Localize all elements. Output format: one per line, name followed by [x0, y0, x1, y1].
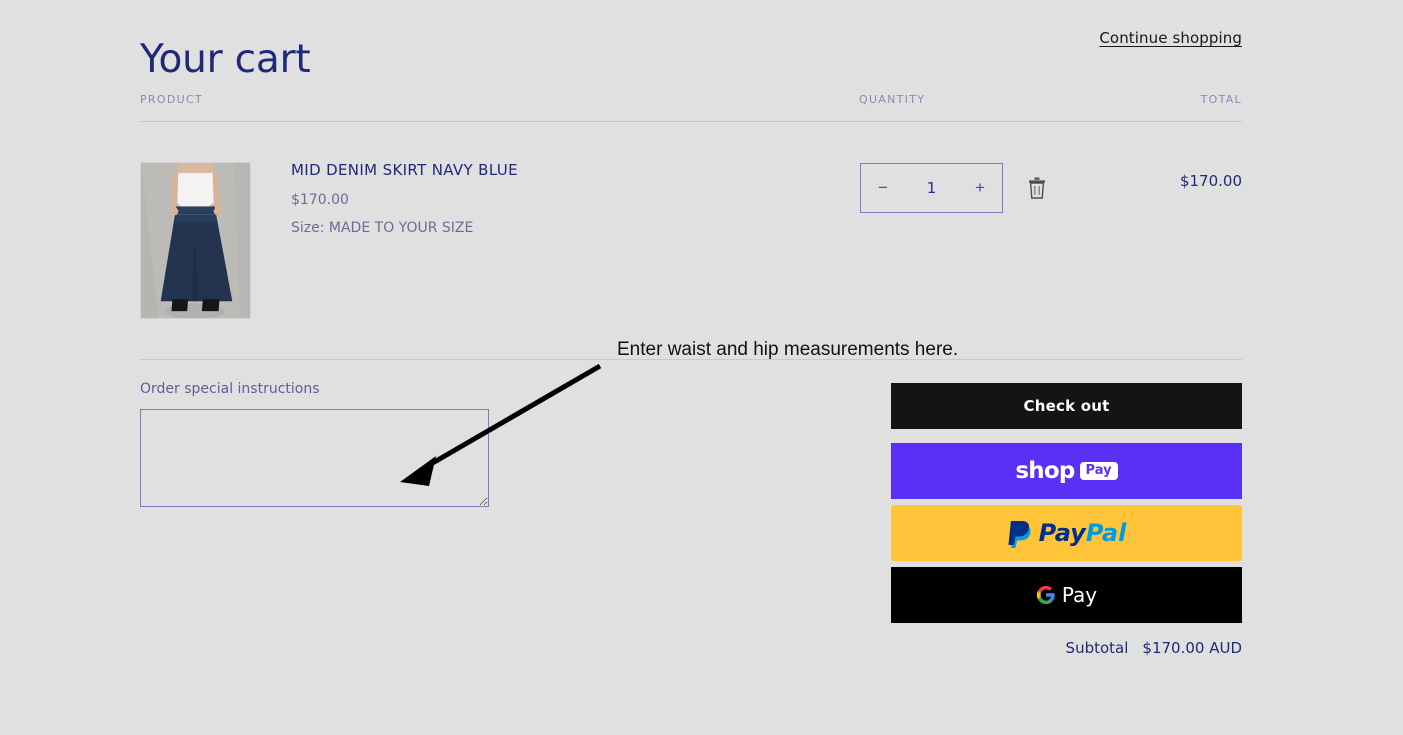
checkout-buttons: Check out shop Pay Pay — [891, 383, 1242, 657]
quantity-input[interactable] — [907, 178, 957, 198]
cart-table-header: PRODUCT QUANTITY TOTAL — [140, 93, 1242, 121]
remove-item-button[interactable] — [1026, 176, 1048, 200]
quantity-stepper: − + — [860, 163, 1003, 213]
google-g-icon — [1036, 585, 1056, 605]
google-pay-text: Pay — [1062, 583, 1097, 607]
paypal-pay-text: Pay — [1039, 519, 1086, 547]
shop-pay-word: shop — [1015, 458, 1074, 484]
check-out-button[interactable]: Check out — [891, 383, 1242, 429]
cart-header: Your cart Continue shopping — [140, 0, 1242, 74]
quantity-decrease-button[interactable]: − — [861, 164, 905, 212]
product-variant: Size: MADE TO YOUR SIZE — [291, 221, 831, 236]
line-item-total: $170.00 — [1180, 172, 1242, 190]
product-details: MID DENIM SKIRT NAVY BLUE $170.00 Size: … — [291, 162, 831, 236]
shop-pay-badge: Pay — [1080, 462, 1118, 480]
quantity-controls: − + — [860, 163, 1048, 213]
column-header-total: TOTAL — [1201, 93, 1242, 106]
column-header-quantity: QUANTITY — [859, 93, 925, 106]
cart-page: Your cart Continue shopping PRODUCT QUAN… — [0, 0, 1403, 735]
quantity-increase-button[interactable]: + — [958, 164, 1002, 212]
paypal-pal-text: Pal — [1086, 519, 1126, 547]
shop-pay-logo: shop Pay — [1015, 458, 1117, 484]
google-pay-logo: Pay — [1036, 583, 1097, 607]
product-price: $170.00 — [291, 193, 831, 208]
google-pay-button[interactable]: Pay — [891, 567, 1242, 623]
order-note-textarea[interactable] — [140, 409, 489, 507]
cart-container: Your cart Continue shopping PRODUCT QUAN… — [140, 0, 1242, 507]
subtotal-label: Subtotal — [1066, 639, 1129, 657]
subtotal-value: $170.00 AUD — [1142, 639, 1242, 657]
page-title: Your cart — [140, 40, 311, 79]
paypal-button[interactable]: Pay Pal — [891, 505, 1242, 561]
trash-icon — [1027, 177, 1047, 199]
paypal-logo: Pay Pal — [1007, 518, 1127, 548]
continue-shopping-link[interactable]: Continue shopping — [1099, 29, 1242, 47]
product-thumbnail[interactable] — [140, 162, 251, 319]
subtotal-row: Subtotal $170.00 AUD — [891, 639, 1242, 657]
column-header-product: PRODUCT — [140, 93, 203, 106]
shop-pay-button[interactable]: shop Pay — [891, 443, 1242, 499]
table-row: MID DENIM SKIRT NAVY BLUE $170.00 Size: … — [140, 122, 1242, 359]
paypal-p-icon — [1007, 518, 1033, 548]
product-title-link[interactable]: MID DENIM SKIRT NAVY BLUE — [291, 162, 831, 179]
product-image — [141, 163, 250, 318]
cart-footer: Order special instructions Check out sho… — [140, 360, 1242, 507]
